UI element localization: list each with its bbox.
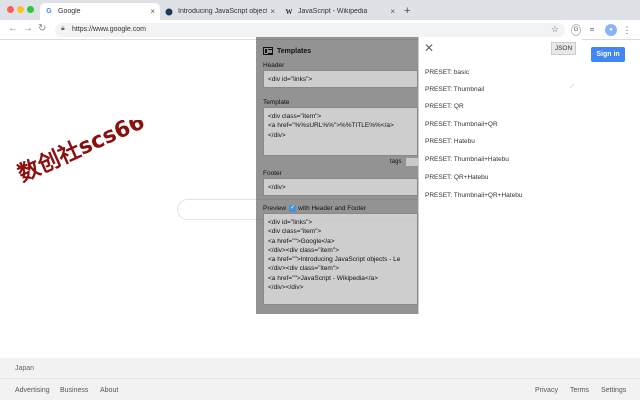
close-icon[interactable]: ✕ (424, 41, 434, 55)
watermark-logo: 数创社scs66 (14, 120, 149, 187)
preview-textarea[interactable]: <div id="links"> <div class="item"> <a h… (263, 213, 418, 305)
template-label: Template (263, 99, 290, 106)
footer-link-terms[interactable]: Terms (570, 387, 589, 394)
templates-title: Templates (277, 47, 312, 55)
tab-title: Introducing JavaScript objects (178, 8, 268, 15)
reload-icon[interactable]: ↻ (38, 23, 46, 34)
footer-label: Footer (263, 170, 282, 177)
template-textarea[interactable]: <div class="item"> <a href="%%sURL%%">%%… (263, 107, 418, 156)
footer-country-bar: Japan (0, 358, 640, 379)
extension-overlay: Templates Header <div id="links"> Templa… (256, 37, 582, 314)
header-textarea[interactable]: <div id="links"> (263, 70, 418, 88)
footer-links-bar: Advertising Business About Privacy Terms… (0, 379, 640, 400)
tab-close-icon[interactable]: × (390, 7, 395, 16)
new-tab-button[interactable]: + (404, 5, 410, 17)
back-arrow-icon[interactable]: ← (8, 23, 18, 34)
mdn-favicon-icon (165, 8, 173, 16)
bookmark-star-icon[interactable]: ☆ (551, 24, 559, 35)
tab-wikipedia[interactable]: W JavaScript - Wikipedia × (280, 3, 400, 20)
tags-label: tags (390, 159, 402, 165)
preset-hatebu[interactable]: PRESET: Hatebu (425, 138, 475, 145)
lock-icon: 🔒︎ (61, 25, 65, 32)
preset-basic[interactable]: PRESET: basic (425, 69, 469, 76)
google-favicon-icon: G (46, 8, 52, 15)
preview-label: Preview (263, 205, 287, 212)
forward-arrow-icon[interactable]: → (23, 23, 33, 34)
tab-title: JavaScript - Wikipedia (298, 8, 368, 15)
footer-link-about[interactable]: About (100, 387, 118, 394)
resize-handle-icon[interactable]: ⟋ (570, 84, 574, 91)
watermark-text: 数创社scs66 (14, 120, 149, 187)
address-bar[interactable]: 🔒︎ https://www.google.com ☆ (55, 23, 565, 37)
footer-link-privacy[interactable]: Privacy (535, 387, 558, 394)
preset-qr-hatebu[interactable]: PRESET: QR+Hatebu (425, 174, 488, 181)
tab-close-icon[interactable]: × (150, 7, 155, 16)
wikipedia-favicon-icon: W (285, 7, 293, 16)
extension-frame-icon[interactable]: ⌗ (587, 24, 597, 36)
footer-link-business[interactable]: Business (60, 387, 88, 394)
tab-strip: G Google × Introducing JavaScript object… (0, 0, 640, 20)
preset-thumbnail-qr-hatebu[interactable]: PRESET: Thumbnail+QR+Hatebu (425, 192, 522, 199)
sign-in-button[interactable]: Sign in (591, 47, 625, 62)
preset-thumbnail-hatebu[interactable]: PRESET: Thumbnail+Hatebu (425, 156, 509, 163)
minimize-window-button[interactable] (17, 6, 24, 13)
templates-panel: Templates Header <div id="links"> Templa… (256, 37, 418, 314)
templates-header: Templates (263, 47, 311, 55)
footer-textarea[interactable]: </div> (263, 178, 418, 196)
preset-qr[interactable]: PRESET: QR (425, 103, 464, 110)
with-header-footer-label[interactable]: with Header and Footer (298, 205, 366, 212)
footer-link-settings[interactable]: Settings (601, 387, 626, 394)
preview-row: Preview ✓ with Header and Footer (263, 205, 366, 212)
preset-thumbnail[interactable]: PRESET: Thumbnail (425, 86, 484, 93)
more-menu-icon[interactable]: ⋮ (623, 24, 632, 36)
footer-link-advertising[interactable]: Advertising (15, 387, 50, 394)
template-icon (263, 47, 273, 55)
url-text[interactable]: https://www.google.com (72, 26, 146, 33)
header-label: Header (263, 62, 285, 69)
tab-close-icon[interactable]: × (270, 7, 275, 16)
presets-panel: ✕ JSON ⟋ PRESET: basic PRESET: Thumbnail… (418, 37, 582, 314)
profile-avatar-icon[interactable]: ● (605, 24, 617, 36)
zoom-window-button[interactable] (27, 6, 34, 13)
tab-google[interactable]: G Google × (40, 3, 160, 20)
tags-dropdown[interactable] (406, 158, 418, 166)
country-label: Japan (15, 365, 35, 372)
tab-title: Google (58, 8, 81, 15)
close-window-button[interactable] (7, 6, 14, 13)
with-header-footer-checkbox[interactable]: ✓ (289, 205, 297, 212)
extension-g-icon[interactable]: G (571, 24, 581, 36)
preset-thumbnail-qr[interactable]: PRESET: Thumbnail+QR (425, 121, 498, 128)
json-button[interactable]: JSON (551, 42, 576, 55)
tab-mdn[interactable]: Introducing JavaScript objects × (160, 3, 280, 20)
